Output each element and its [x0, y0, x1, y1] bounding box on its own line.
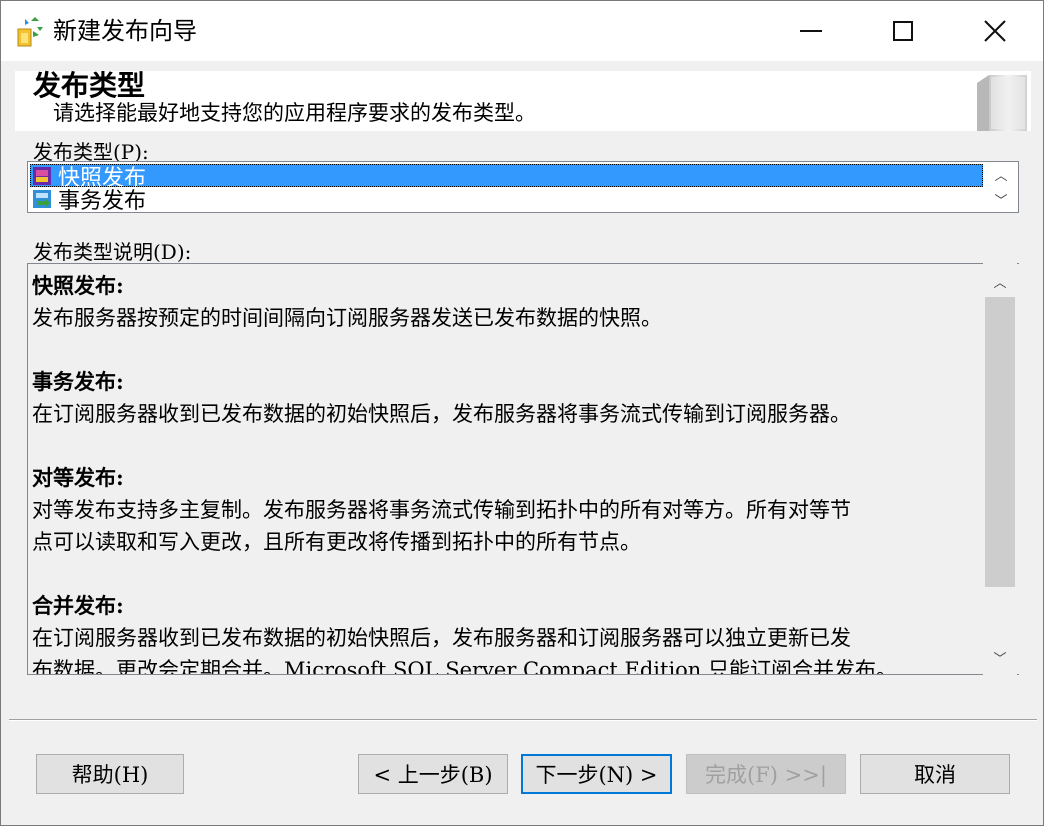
scroll-down-icon[interactable]: ﹀ — [983, 645, 1017, 670]
description-content: 快照发布: 发布服务器按预定的时间间隔向订阅服务器发送已发布数据的快照。 事务发… — [32, 270, 982, 675]
section-text: 对等发布支持多主复制。发布服务器将事务流式传输到拓扑中的所有对等方。所有对等节 — [32, 498, 851, 522]
minimize-icon — [800, 30, 822, 32]
back-button[interactable]: < 上一步(B) — [358, 754, 508, 794]
description-label: 发布类型说明(D): — [33, 240, 192, 264]
scroll-up-icon[interactable]: ︿ — [983, 269, 1017, 294]
maximize-button[interactable] — [857, 1, 949, 61]
next-button[interactable]: 下一步(N) > — [521, 754, 672, 794]
section-text: 发布服务器按预定的时间间隔向订阅服务器发送已发布数据的快照。 — [32, 306, 662, 330]
description-box: 快照发布: 发布服务器按预定的时间间隔向订阅服务器发送已发布数据的快照。 事务发… — [27, 263, 1019, 675]
wizard-window: 新建发布向导 发布类型 请选择能最好地支持您的应用程序要求的发布类型。 发布类型… — [0, 0, 1044, 826]
maximize-icon — [893, 21, 913, 41]
close-icon — [984, 20, 1006, 42]
publication-type-list[interactable]: 快照发布 事务发布 ︿ ﹀ — [27, 161, 1019, 214]
scroll-down-icon[interactable]: ﹀ — [984, 187, 1018, 212]
description-scrollbar[interactable]: ︿ ﹀ — [983, 263, 1017, 675]
window-title: 新建发布向导 — [53, 17, 197, 45]
section-heading: 快照发布: — [32, 273, 124, 298]
wizard-header: 发布类型 请选择能最好地支持您的应用程序要求的发布类型。 — [15, 71, 1031, 131]
list-item-label: 事务发布 — [58, 188, 147, 214]
section-heading: 对等发布: — [32, 465, 124, 490]
section-text: 在订阅服务器收到已发布数据的初始快照后，发布服务器和订阅服务器可以独立更新已发 — [32, 626, 851, 650]
list-scrollbar[interactable]: ︿ ﹀ — [984, 162, 1018, 212]
wizard-book-icon — [977, 75, 1027, 131]
finish-button[interactable]: 完成(F) >>| — [686, 754, 846, 794]
page-subtitle: 请选择能最好地支持您的应用程序要求的发布类型。 — [53, 101, 536, 125]
list-item-snapshot-publication[interactable]: 快照发布 — [30, 164, 983, 191]
scrollbar-thumb[interactable] — [985, 297, 1015, 587]
section-text: 布数据。更改会定期合并。Microsoft SQL Server Compact… — [32, 658, 897, 675]
cancel-button[interactable]: 取消 — [860, 754, 1010, 794]
list-item-transactional-publication[interactable]: 事务发布 — [30, 187, 983, 214]
snapshot-publication-icon — [33, 166, 51, 185]
help-button[interactable]: 帮助(H) — [36, 754, 184, 794]
scroll-up-icon[interactable]: ︿ — [984, 162, 1018, 187]
page-title: 发布类型 — [33, 69, 146, 102]
divider — [9, 719, 1037, 721]
section-heading: 事务发布: — [32, 369, 124, 394]
transactional-publication-icon — [33, 189, 51, 208]
close-button[interactable] — [949, 1, 1041, 61]
title-bar[interactable]: 新建发布向导 — [1, 1, 1043, 61]
section-text: 在订阅服务器收到已发布数据的初始快照后，发布服务器将事务流式传输到订阅服务器。 — [32, 402, 851, 426]
wizard-app-icon — [17, 17, 43, 47]
section-text: 点可以读取和写入更改，且所有更改将传播到拓扑中的所有节点。 — [32, 530, 641, 554]
minimize-button[interactable] — [765, 1, 857, 61]
section-heading: 合并发布: — [32, 593, 124, 618]
